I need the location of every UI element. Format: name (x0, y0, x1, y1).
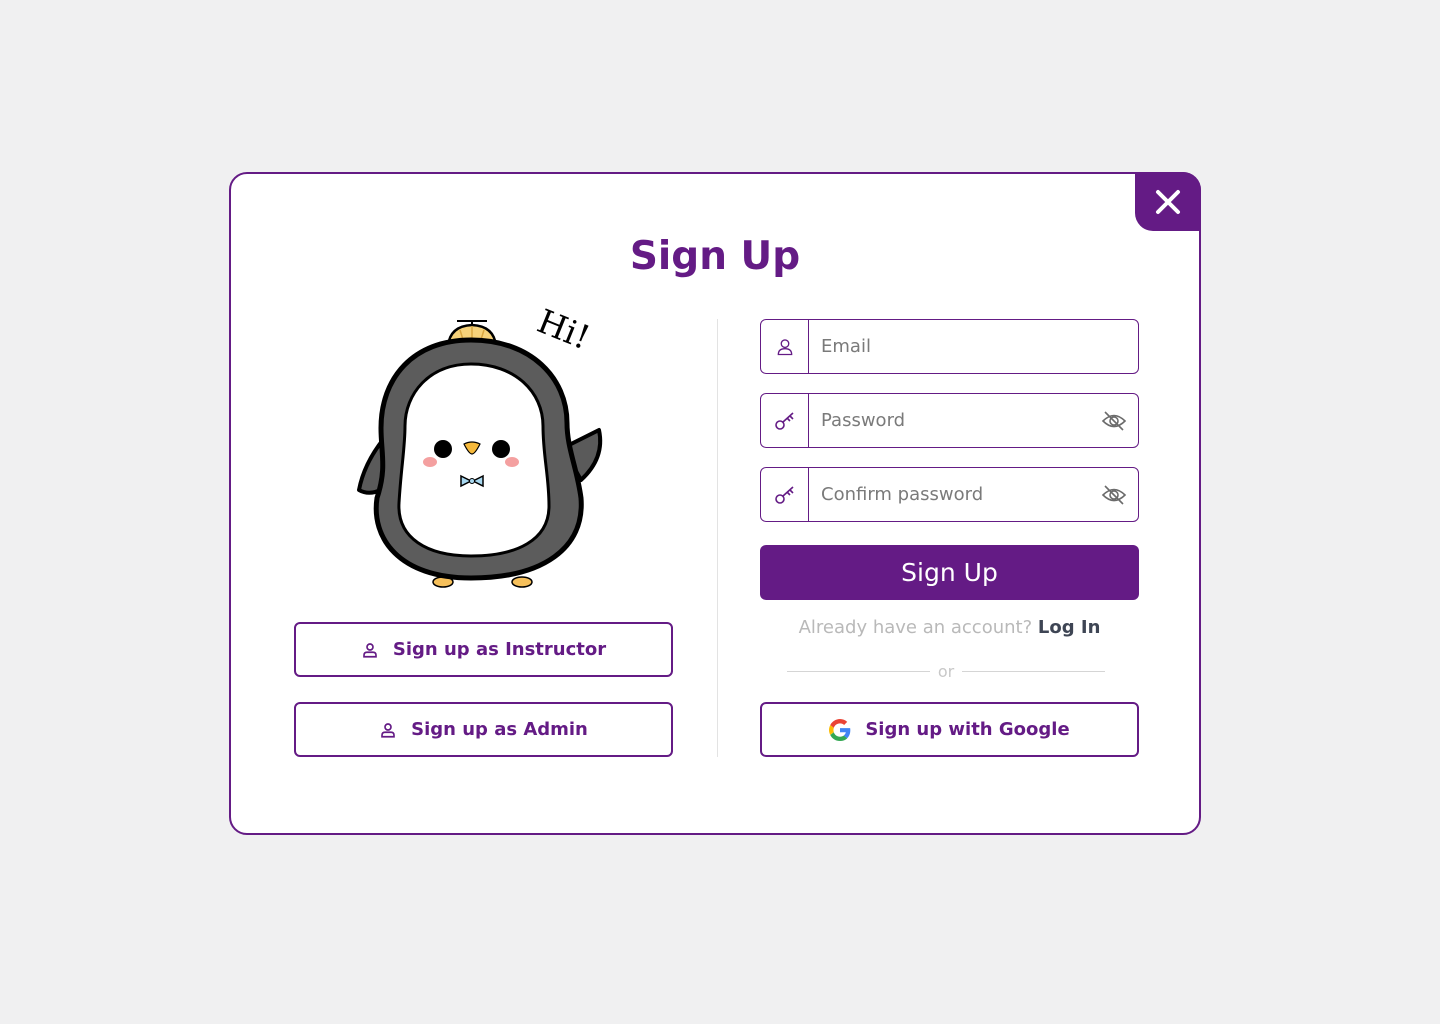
confirm-password-field-group (760, 467, 1139, 522)
google-icon (829, 718, 851, 741)
email-field-icon-cell (761, 320, 809, 373)
login-prompt-row: Already have an account? Log In (760, 617, 1139, 638)
signup-submit-button[interactable]: Sign Up (760, 545, 1139, 600)
mascot-speech-text: Hi! (532, 308, 595, 357)
or-divider-label: or (937, 662, 955, 681)
signup-admin-label: Sign up as Admin (411, 719, 588, 740)
key-icon (774, 411, 794, 430)
key-icon (774, 485, 794, 504)
signup-modal: Sign Up Hi! Sign up as Instructor Sign u… (229, 172, 1201, 835)
confirm-password-field-icon-cell (761, 468, 809, 521)
user-icon (363, 642, 377, 658)
page-title: Sign Up (629, 234, 801, 279)
password-input[interactable] (809, 394, 1090, 447)
google-signup-button[interactable]: Sign up with Google (760, 702, 1139, 757)
email-field-group (760, 319, 1139, 374)
signup-instructor-label: Sign up as Instructor (392, 639, 607, 660)
signup-instructor-button[interactable]: Sign up as Instructor (294, 622, 673, 677)
or-divider-line-left (787, 671, 930, 672)
login-prompt-text: Already have an account? (798, 617, 1033, 638)
close-button[interactable] (1135, 172, 1201, 231)
vertical-divider (717, 319, 718, 757)
confirm-password-input[interactable] (809, 468, 1090, 521)
login-link[interactable]: Log In (1038, 617, 1101, 638)
or-divider-line-right (962, 671, 1105, 672)
eye-off-icon (1101, 484, 1127, 505)
email-input[interactable] (809, 320, 1138, 373)
google-signup-label: Sign up with Google (865, 719, 1070, 740)
password-field-icon-cell (761, 394, 809, 447)
eye-off-icon (1101, 410, 1127, 431)
password-visibility-toggle[interactable] (1090, 394, 1138, 447)
confirm-password-visibility-toggle[interactable] (1090, 468, 1138, 521)
user-icon (381, 722, 395, 738)
signup-admin-button[interactable]: Sign up as Admin (294, 702, 673, 757)
user-icon (777, 338, 792, 355)
close-icon (1156, 189, 1180, 214)
password-field-group (760, 393, 1139, 448)
or-divider: or (787, 662, 1105, 681)
penguin-mascot-illustration: Hi! (357, 308, 603, 588)
